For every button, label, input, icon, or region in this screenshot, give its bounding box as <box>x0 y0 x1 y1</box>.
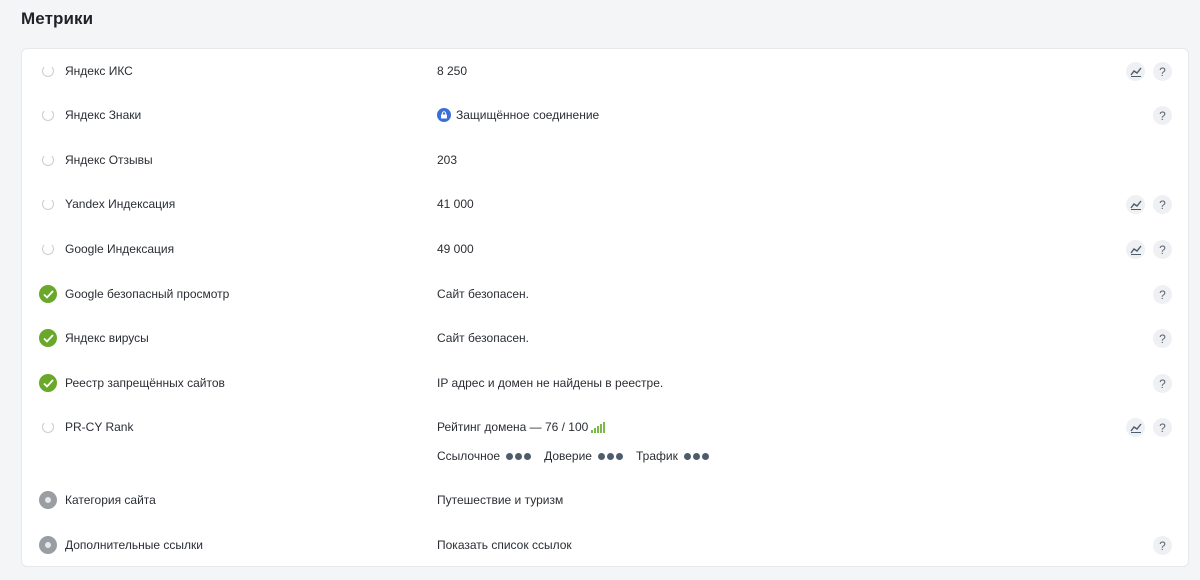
rank-breakdown: Ссылочное Доверие Трафик <box>437 448 722 464</box>
chart-icon[interactable] <box>1126 418 1145 437</box>
neutral-dot-icon <box>39 491 57 509</box>
help-icon[interactable]: ? <box>1153 106 1172 125</box>
metric-name: Категория сайта <box>65 493 156 507</box>
check-icon <box>39 329 57 347</box>
metric-value: Защищённое соединение <box>437 107 599 123</box>
check-icon <box>39 374 57 392</box>
loading-icon <box>39 151 57 169</box>
loading-icon <box>39 418 57 436</box>
metric-row-site-category: Категория сайта Путешествие и туризм <box>22 478 1188 522</box>
chart-icon[interactable] <box>1126 62 1145 81</box>
metric-value: 203 <box>437 153 458 167</box>
metric-value: 41 000 <box>437 197 474 211</box>
metric-name: Google безопасный просмотр <box>65 287 230 301</box>
rank-factor-label: Трафик <box>635 449 678 463</box>
metric-name: Yandex Индексация <box>65 197 176 211</box>
metric-row-prcy-rank: PR-CY Rank Рейтинг домена — 76 / 100 Ссы… <box>22 405 1188 479</box>
metric-name: Google Индексация <box>65 242 175 256</box>
help-icon[interactable]: ? <box>1153 195 1172 214</box>
loading-icon <box>39 106 57 124</box>
help-icon[interactable]: ? <box>1153 329 1172 348</box>
metric-name: Яндекс Отзывы <box>65 153 153 167</box>
metric-name: Яндекс вирусы <box>65 331 149 345</box>
check-icon <box>39 285 57 303</box>
metrics-card: Яндекс ИКС 8 250 ? Яндекс Знаки Защищённ… <box>21 48 1189 567</box>
loading-icon <box>39 240 57 258</box>
rating-dots-icon <box>683 452 709 460</box>
help-icon[interactable]: ? <box>1153 285 1172 304</box>
metric-name: PR-CY Rank <box>65 420 134 434</box>
metric-row-yandex-otzyvy: Яндекс Отзывы 203 <box>22 138 1188 182</box>
metric-value: Сайт безопасен. <box>437 331 530 345</box>
help-icon[interactable]: ? <box>1153 240 1172 259</box>
rank-factor-label: Доверие <box>544 449 592 463</box>
rating-dots-icon <box>506 452 532 460</box>
loading-icon <box>39 195 57 213</box>
show-links-link[interactable]: Показать список ссылок <box>437 537 572 553</box>
rank-factor-label: Ссылочное <box>437 449 501 463</box>
metric-row-yandex-indexation: Yandex Индексация 41 000 ? <box>22 182 1188 226</box>
metric-value: IP адрес и домен не найдены в реестре. <box>437 376 664 390</box>
metric-name: Яндекс Знаки <box>65 108 142 122</box>
metric-row-additional-links: Дополнительные ссылки Показать список сс… <box>22 523 1188 567</box>
metric-row-google-safe-browsing: Google безопасный просмотр Сайт безопасе… <box>22 272 1188 316</box>
metric-name: Яндекс ИКС <box>65 64 133 78</box>
metric-value: Рейтинг домена — 76 / 100 <box>437 419 606 435</box>
metric-value: Путешествие и туризм <box>437 493 564 507</box>
metric-value: 49 000 <box>437 242 474 256</box>
help-icon[interactable]: ? <box>1153 374 1172 393</box>
lock-icon <box>437 108 451 122</box>
metric-value-text: Защищённое соединение <box>456 108 600 122</box>
metric-row-yandex-znaki: Яндекс Знаки Защищённое соединение ? <box>22 93 1188 137</box>
metric-value: Сайт безопасен. <box>437 287 530 301</box>
metric-name: Дополнительные ссылки <box>65 538 203 552</box>
metric-name: Реестр запрещённых сайтов <box>65 376 225 390</box>
neutral-dot-icon <box>39 536 57 554</box>
loading-icon <box>39 62 57 80</box>
rating-dots-icon <box>597 452 623 460</box>
help-icon[interactable]: ? <box>1153 536 1172 555</box>
help-icon[interactable]: ? <box>1153 62 1172 81</box>
metric-row-google-indexation: Google Индексация 49 000 ? <box>22 227 1188 271</box>
metric-row-yandex-viruses: Яндекс вирусы Сайт безопасен. ? <box>22 316 1188 360</box>
metric-value: 8 250 <box>437 64 468 78</box>
help-icon[interactable]: ? <box>1153 418 1172 437</box>
signal-bars-icon <box>591 421 606 433</box>
metric-row-yandex-iks: Яндекс ИКС 8 250 ? <box>22 49 1188 93</box>
chart-icon[interactable] <box>1126 195 1145 214</box>
page-title: Метрики <box>21 9 94 28</box>
metric-row-banned-registry: Реестр запрещённых сайтов IP адрес и дом… <box>22 361 1188 405</box>
domain-rating-text: Рейтинг домена — 76 / 100 <box>437 420 589 434</box>
chart-icon[interactable] <box>1126 240 1145 259</box>
